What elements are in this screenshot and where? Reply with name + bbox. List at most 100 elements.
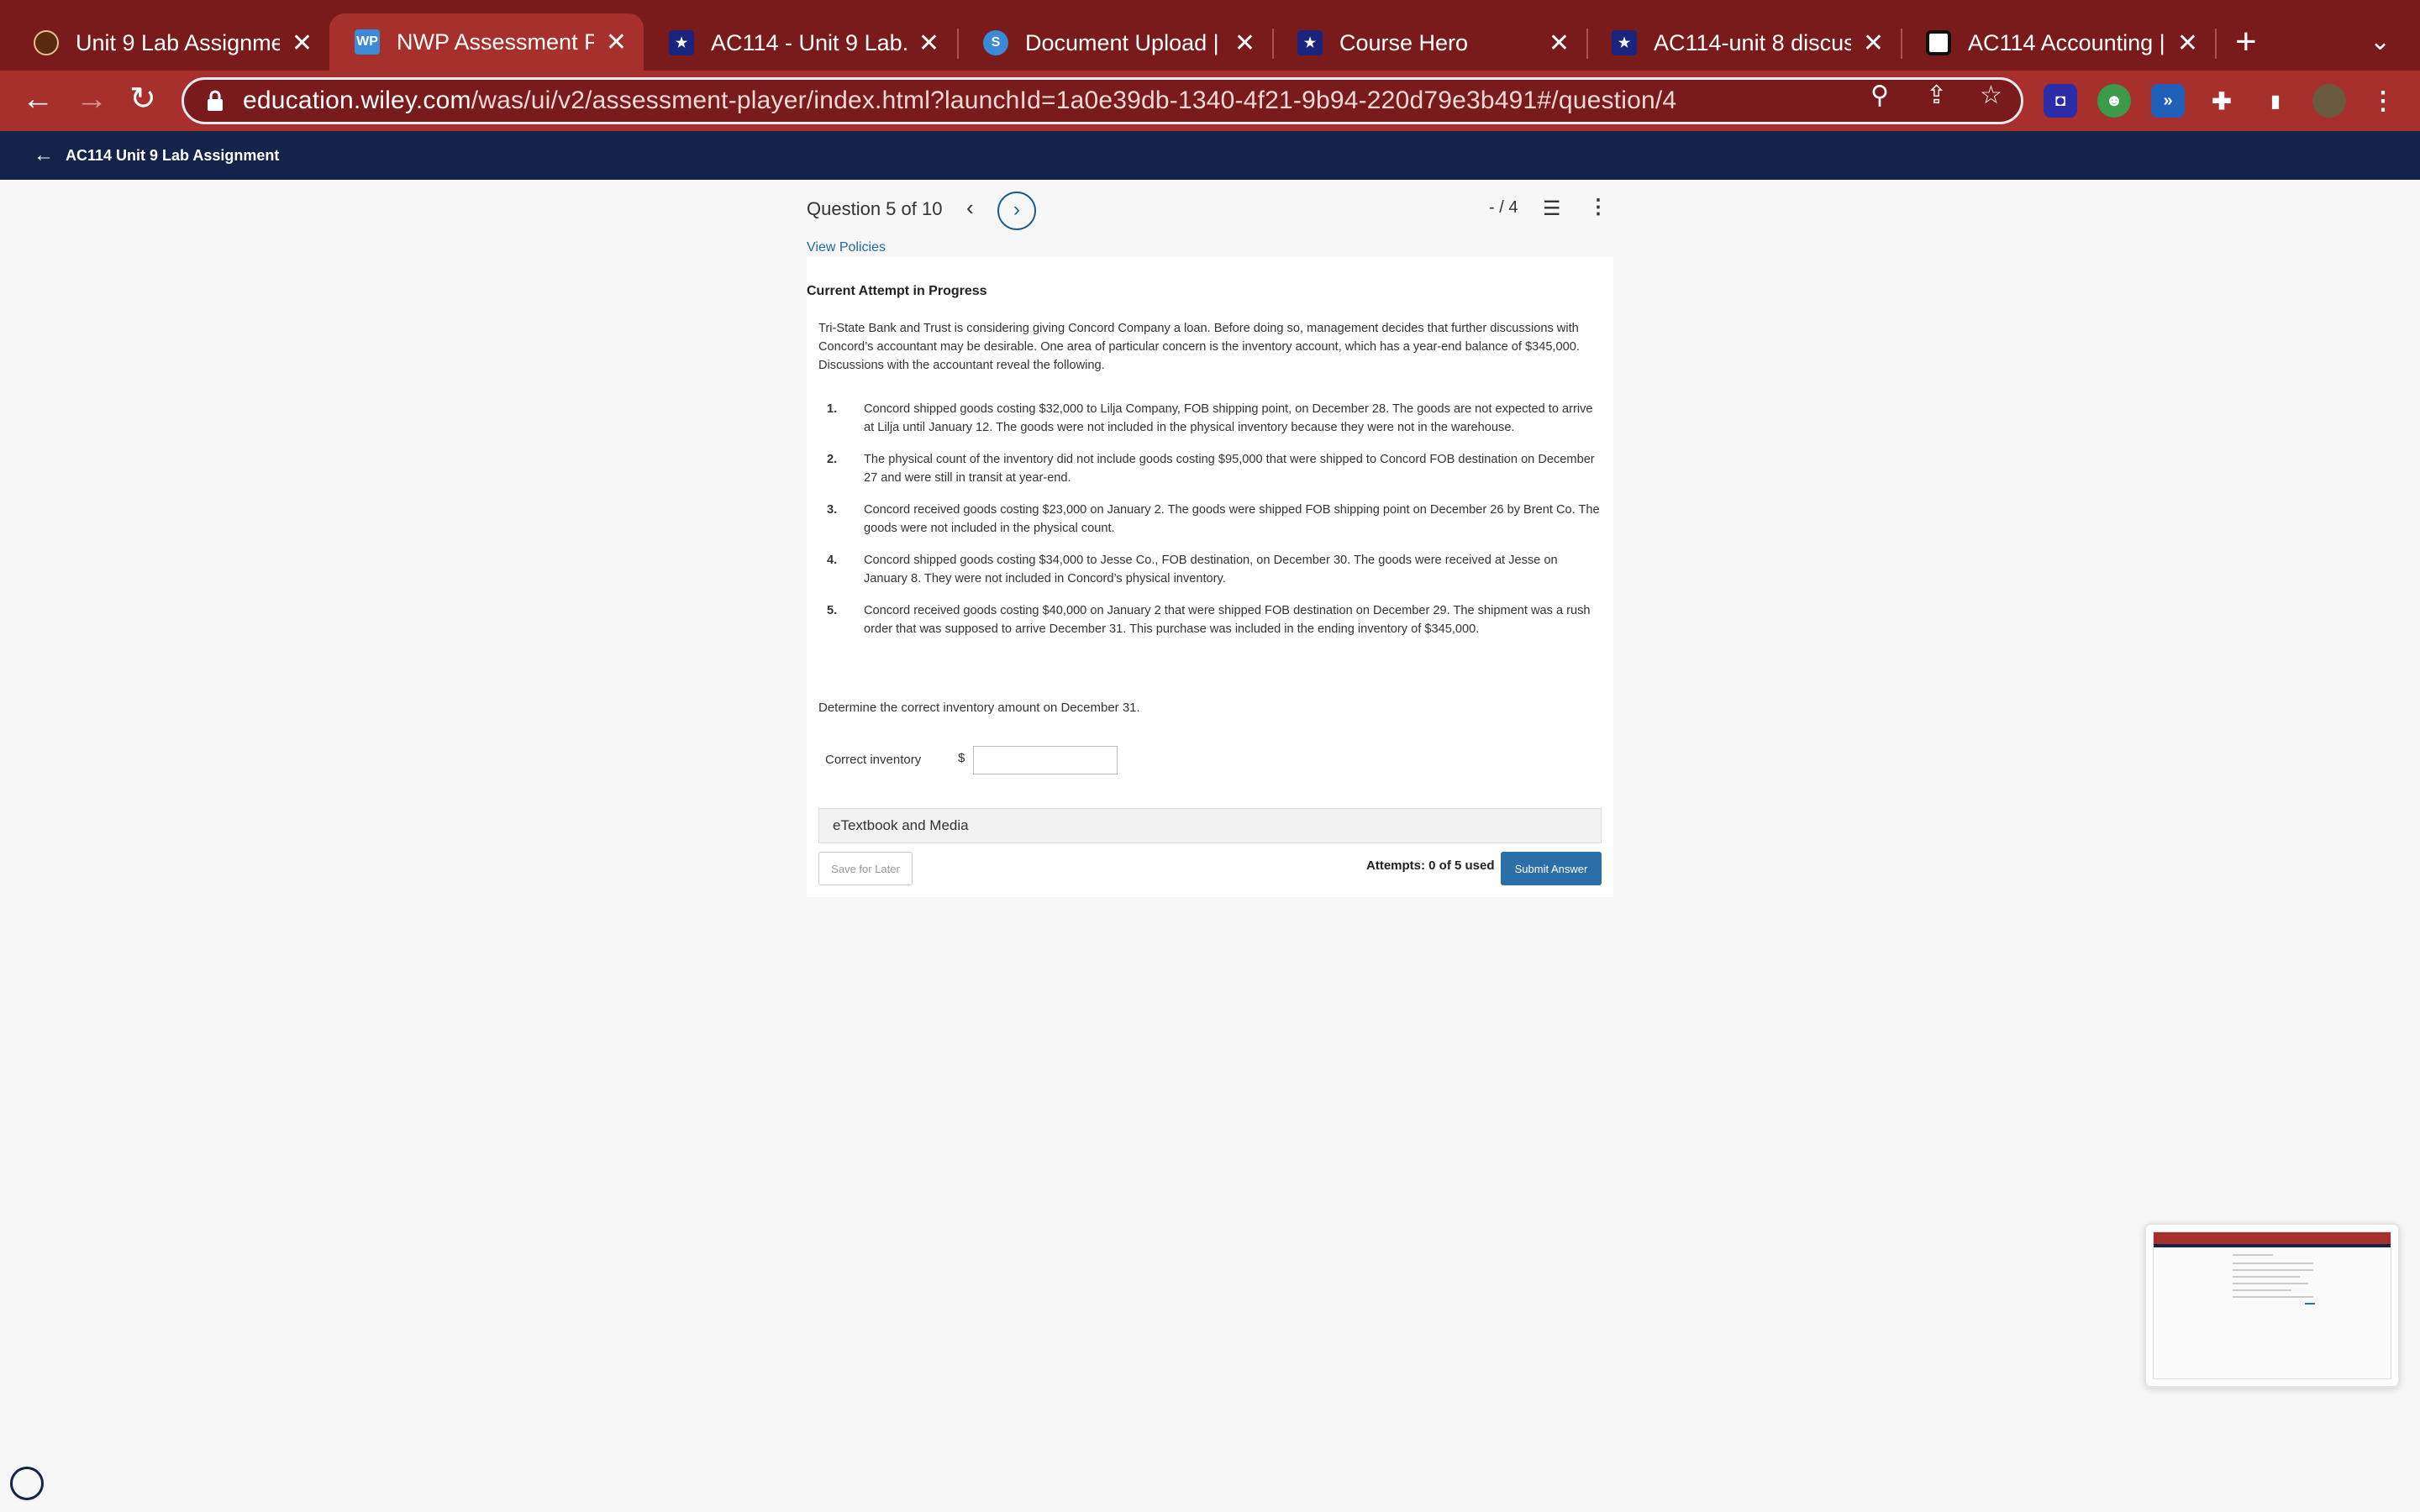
- question-score: - / 4: [1489, 198, 1518, 217]
- browser-toolbar: ← → ↻ education.wiley.com/was/ui/v2/asse…: [0, 71, 2420, 131]
- item-number: 2.: [827, 453, 838, 466]
- currency-symbol: $: [958, 751, 965, 765]
- list-item: 5. Concord received goods costing $40,00…: [818, 601, 1600, 638]
- thumbnail-line: [2233, 1296, 2313, 1298]
- reload-icon[interactable]: ↻: [129, 82, 156, 116]
- cookie-settings-icon[interactable]: [10, 1467, 44, 1500]
- submit-answer-button[interactable]: Submit Answer: [1501, 852, 1602, 885]
- thumbnail-line: [2233, 1269, 2313, 1271]
- next-question-button[interactable]: ›: [997, 192, 1036, 230]
- question-card: Current Attempt in Progress Tri-State Ba…: [807, 257, 1613, 897]
- avatar[interactable]: [2312, 84, 2346, 118]
- chevron-down-icon[interactable]: ⌄: [2370, 27, 2391, 56]
- item-number: 4.: [827, 554, 838, 567]
- thumbnail-line: [2233, 1276, 2300, 1278]
- assignment-header: ← AC114 Unit 9 Lab Assignment: [0, 131, 2420, 180]
- item-text: Concord received goods costing $23,000 o…: [864, 503, 1600, 535]
- list-item: 3. Concord received goods costing $23,00…: [818, 501, 1600, 538]
- browser-tab-strip: Unit 9 Lab Assignmen ✕ WP NWP Assessment…: [0, 0, 2420, 71]
- star-icon: ★: [1612, 30, 1637, 55]
- item-number: 3.: [827, 503, 838, 517]
- thumbnail-line: [2233, 1263, 2313, 1264]
- tab-title: Document Upload | St: [1025, 29, 1223, 55]
- view-policies-link[interactable]: View Policies: [807, 240, 886, 255]
- zoom-icon[interactable]: ⚲: [1870, 81, 1889, 110]
- extensions-puzzle-icon[interactable]: ✚: [2205, 84, 2238, 118]
- item-text: Concord shipped goods costing $34,000 to…: [864, 554, 1558, 585]
- list-item: 1. Concord shipped goods costing $32,000…: [818, 400, 1600, 437]
- correct-inventory-input[interactable]: [973, 746, 1118, 774]
- star-icon: ★: [1297, 30, 1323, 55]
- tab-title: Course Hero: [1339, 29, 1469, 55]
- close-icon[interactable]: ✕: [606, 28, 627, 57]
- item-number: 1.: [827, 402, 838, 416]
- globe-icon: [34, 30, 59, 55]
- extension-shield-icon[interactable]: ◘: [2044, 84, 2077, 118]
- close-icon[interactable]: ✕: [1863, 29, 1884, 58]
- item-text: Concord shipped goods costing $32,000 to…: [864, 402, 1593, 434]
- question-instruction: Determine the correct inventory amount o…: [818, 701, 1140, 715]
- tab-document-upload[interactable]: S Document Upload | St ✕: [958, 15, 1272, 71]
- tab-ac114-unit8[interactable]: ★ AC114-unit 8 discussi ✕: [1586, 15, 1901, 71]
- thumbnail-line: [2233, 1289, 2291, 1291]
- attempt-status: Current Attempt in Progress: [807, 284, 987, 298]
- thumbnail-preview: [2153, 1231, 2391, 1379]
- tab-ac114-accounting[interactable]: AC114 Accounting | U ✕: [1901, 15, 2215, 71]
- back-arrow-icon[interactable]: ←: [22, 82, 54, 116]
- etextbook-media-section[interactable]: eTextbook and Media: [818, 808, 1602, 843]
- previous-question-icon[interactable]: ‹: [966, 195, 974, 221]
- list-item: 4. Concord shipped goods costing $34,000…: [818, 551, 1600, 588]
- question-prompt: Tri-State Bank and Trust is considering …: [818, 322, 1580, 372]
- tab-unit-9-lab[interactable]: Unit 9 Lab Assignmen ✕: [8, 15, 329, 71]
- close-icon[interactable]: ✕: [292, 29, 313, 58]
- question-nav-bar: Question 5 of 10 ‹ › - / 4 ☰ ⋮: [807, 192, 1613, 230]
- scenario-list: 1. Concord shipped goods costing $32,000…: [818, 400, 1600, 652]
- lock-icon: [208, 90, 223, 111]
- close-icon[interactable]: ✕: [918, 29, 939, 58]
- star-icon: ★: [669, 30, 694, 55]
- inventory-label: Correct inventory: [825, 753, 922, 767]
- tab-title: AC114 - Unit 9 Lab.do: [711, 29, 907, 55]
- url-text: education.wiley.com/was/ui/v2/assessment…: [243, 87, 1676, 115]
- thumbnail-tab-bar: [2154, 1232, 2391, 1244]
- thumbnail-line: [2233, 1283, 2308, 1284]
- question-list-icon[interactable]: ☰: [1543, 197, 1561, 221]
- assignment-back-link[interactable]: AC114 Unit 9 Lab Assignment: [66, 147, 279, 165]
- thumbnail-line: [2305, 1303, 2315, 1305]
- url-domain: education.wiley.com: [243, 87, 471, 114]
- item-text: The physical count of the inventory did …: [864, 453, 1595, 485]
- side-panel-icon[interactable]: ▮: [2259, 84, 2292, 118]
- save-for-later-button[interactable]: Save for Later: [818, 852, 913, 885]
- more-options-icon[interactable]: ⋮: [1588, 195, 1608, 219]
- share-icon[interactable]: ⇪: [1926, 81, 1947, 110]
- extension-robot-icon[interactable]: ☻: [2097, 84, 2131, 118]
- tab-ac114-unit9-doc[interactable]: ★ AC114 - Unit 9 Lab.do ✕: [644, 15, 956, 71]
- close-icon[interactable]: ✕: [2177, 29, 2198, 58]
- tab-nwp-assessment[interactable]: WP NWP Assessment Pla ✕: [329, 13, 644, 71]
- item-text: Concord received goods costing $40,000 o…: [864, 604, 1591, 636]
- address-bar[interactable]: education.wiley.com/was/ui/v2/assessment…: [182, 77, 2023, 124]
- tab-course-hero[interactable]: ★ Course Hero ✕: [1272, 15, 1586, 71]
- extension-skip-icon[interactable]: »: [2151, 84, 2185, 118]
- tab-title: Unit 9 Lab Assignmen: [76, 29, 280, 55]
- screenshot-thumbnail[interactable]: [2144, 1223, 2400, 1388]
- thumbnail-line: [2233, 1254, 2273, 1256]
- url-path: /was/ui/v2/assessment-player/index.html?…: [471, 87, 1677, 114]
- forward-arrow-icon[interactable]: →: [76, 82, 108, 116]
- tab-title: AC114-unit 8 discussi: [1654, 29, 1851, 55]
- tab-title: NWP Assessment Pla: [397, 29, 594, 55]
- question-position: Question 5 of 10: [807, 198, 943, 219]
- item-number: 5.: [827, 604, 838, 617]
- tab-separator: [2215, 29, 2217, 59]
- wiley-plus-icon: WP: [355, 29, 380, 55]
- bookmark-star-icon[interactable]: ☆: [1980, 81, 2002, 110]
- thumbnail-header: [2154, 1244, 2391, 1247]
- close-icon[interactable]: ✕: [1549, 29, 1570, 58]
- back-arrow-icon[interactable]: ←: [34, 144, 54, 167]
- tab-title: AC114 Accounting | U: [1968, 29, 2165, 55]
- new-tab-icon[interactable]: +: [2235, 24, 2257, 60]
- close-icon[interactable]: ✕: [1234, 29, 1255, 58]
- logo-icon: [1926, 30, 1951, 55]
- kebab-menu-icon[interactable]: ⋮: [2366, 84, 2400, 118]
- studocu-icon: S: [983, 30, 1008, 55]
